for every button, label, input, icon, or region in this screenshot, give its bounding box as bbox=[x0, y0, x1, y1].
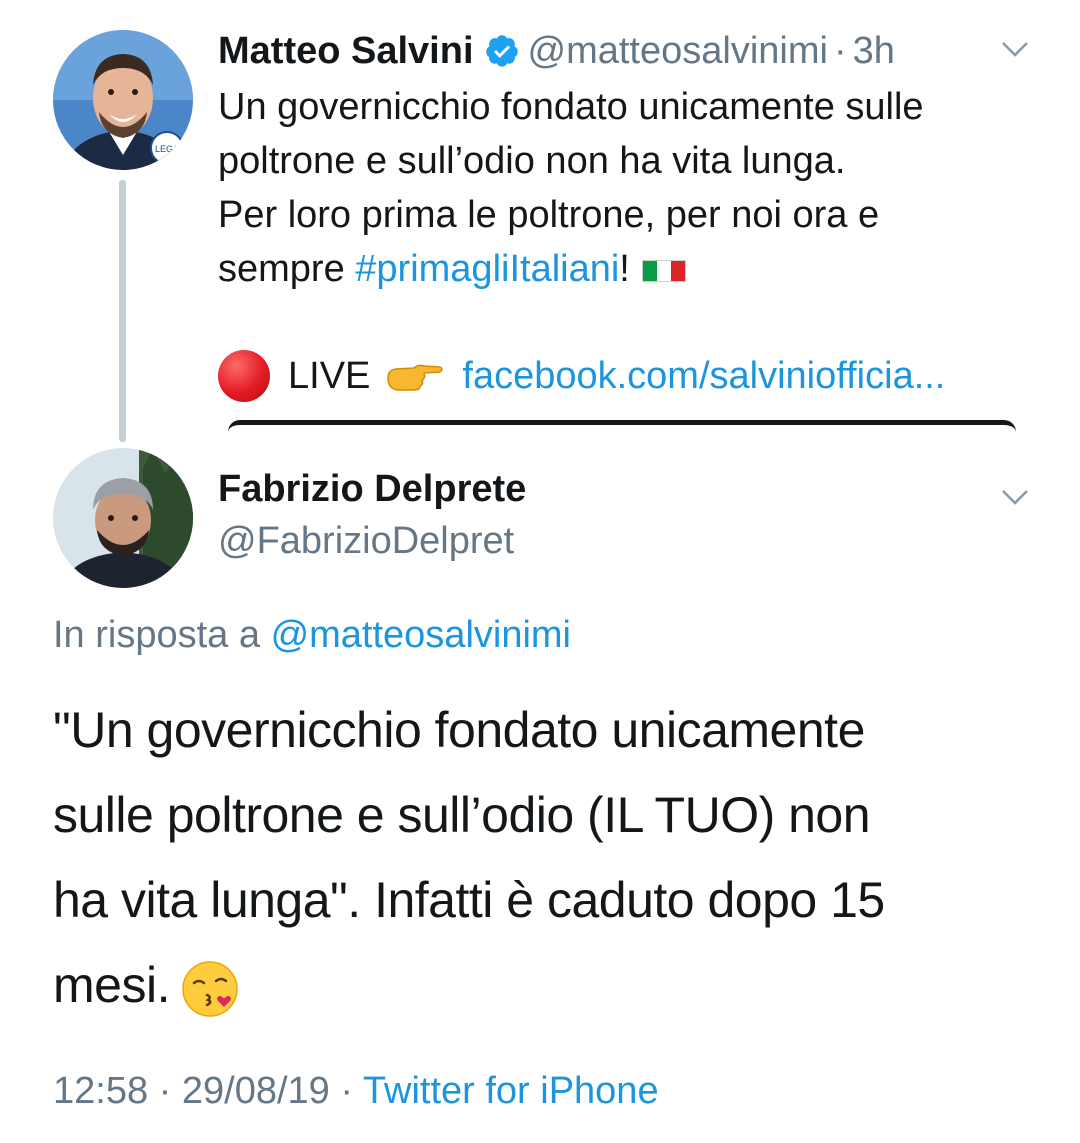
chevron-down-icon[interactable] bbox=[1000, 488, 1030, 506]
tweet-source-link[interactable]: Twitter for iPhone bbox=[363, 1070, 659, 1112]
live-link-row: LIVE facebook.com/salviniofficia... bbox=[218, 348, 945, 404]
hashtag-link[interactable]: #primagliItaliani bbox=[355, 248, 619, 290]
author-name[interactable]: Matteo Salvini bbox=[218, 30, 474, 73]
tweet-text-line: Per loro prima le poltrone, per noi ora … bbox=[218, 194, 880, 236]
tweet-text-line: Un governicchio fondato unicamente sulle bbox=[218, 86, 924, 128]
italy-flag-icon bbox=[641, 259, 686, 282]
tweet-text-line: sempre #primagliItaliani! bbox=[218, 242, 1038, 296]
reply-context: In risposta a @matteosalvinimi bbox=[53, 614, 571, 657]
live-label: LIVE bbox=[288, 354, 371, 397]
reply-text-line: sulle poltrone e sull’odio (IL TUO) non bbox=[53, 787, 871, 843]
chevron-down-icon[interactable] bbox=[1000, 40, 1030, 58]
tweet-time: 12:58 bbox=[53, 1070, 149, 1112]
tweet-time-ago[interactable]: 3h bbox=[853, 30, 895, 73]
reply-author-name[interactable]: Fabrizio Delprete bbox=[218, 468, 526, 511]
author-handle[interactable]: @matteosalvinimi bbox=[528, 30, 828, 73]
reply-text-line: ha vita lunga". Infatti è caduto dopo 15 bbox=[53, 872, 885, 928]
reply-text-line: "Un governicchio fondato unicamente bbox=[53, 702, 865, 758]
red-circle-icon bbox=[218, 350, 270, 402]
author-avatar-delprete[interactable] bbox=[53, 448, 193, 588]
reply-text-line: mesi. bbox=[53, 943, 1043, 1028]
original-tweet-header: Matteo Salvini @matteosalvinimi · 3h bbox=[218, 26, 895, 76]
verified-badge-icon bbox=[484, 33, 520, 69]
author-avatar-salvini[interactable]: LEGA bbox=[53, 30, 193, 170]
external-link[interactable]: facebook.com/salviniofficia... bbox=[462, 355, 945, 398]
reply-to-label: In risposta a bbox=[53, 614, 260, 656]
kissing-heart-face-icon bbox=[182, 961, 238, 1017]
meta-dot: · bbox=[340, 1070, 354, 1112]
separator-dot: · bbox=[833, 29, 847, 72]
text-suffix: ! bbox=[619, 248, 630, 290]
meta-dot: · bbox=[158, 1070, 172, 1112]
thread-connector-line bbox=[119, 180, 126, 442]
original-tweet-text: Un governicchio fondato unicamente sulle… bbox=[218, 80, 1038, 296]
tweet-metadata: 12:58 · 29/08/19 · Twitter for iPhone bbox=[53, 1070, 659, 1113]
tweet-text-line: poltrone e sull’odio non ha vita lunga. bbox=[218, 140, 846, 182]
link-card-preview[interactable] bbox=[228, 420, 1016, 432]
text-prefix: sempre bbox=[218, 248, 356, 290]
reply-to-mention[interactable]: @matteosalvinimi bbox=[271, 614, 571, 656]
tweet-date: 29/08/19 bbox=[181, 1070, 330, 1112]
reply-text-last: mesi. bbox=[53, 957, 170, 1013]
reply-tweet-text: "Un governicchio fondato unicamente sull… bbox=[53, 688, 1043, 1028]
reply-author-handle[interactable]: @FabrizioDelpret bbox=[218, 520, 514, 563]
avatar-badge-text: LEGA bbox=[155, 144, 179, 154]
pointing-hand-icon bbox=[387, 364, 444, 391]
